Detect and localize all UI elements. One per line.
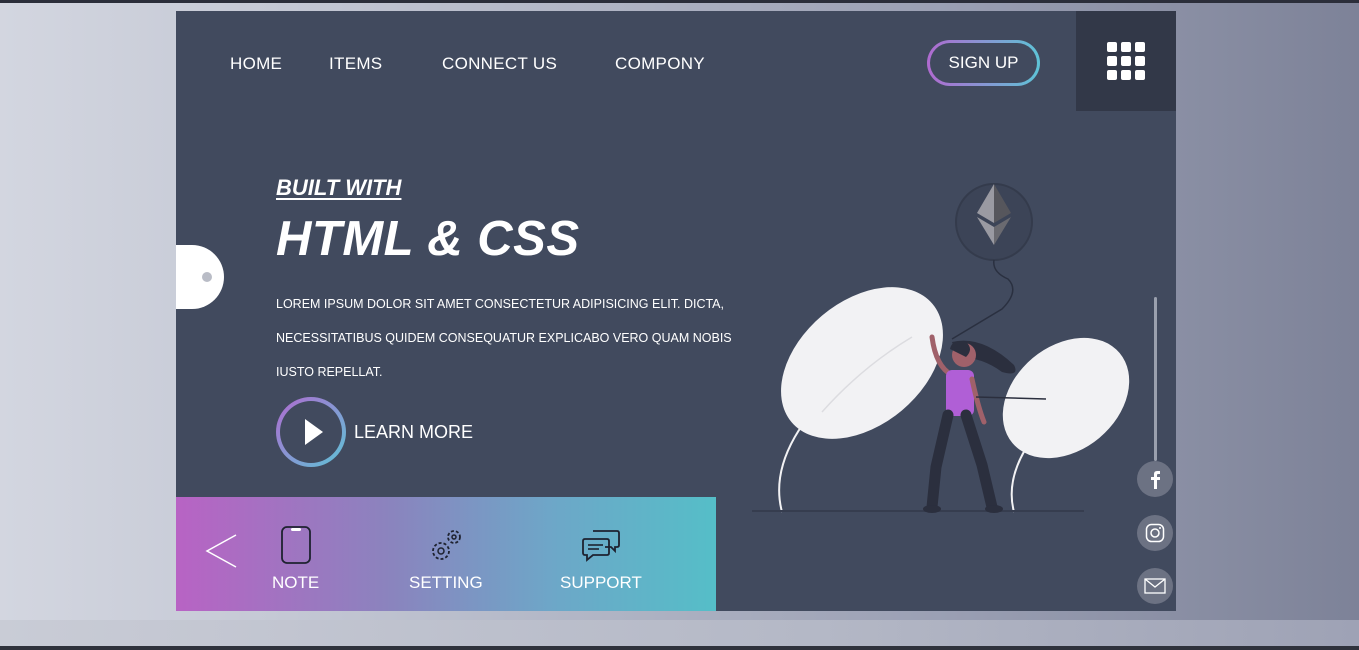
learn-more-link[interactable]: LEARN MORE: [354, 422, 473, 443]
nav-connect-us[interactable]: CONNECT US: [442, 54, 557, 74]
mail-button[interactable]: [1137, 568, 1173, 604]
panel-item-setting[interactable]: SETTING: [409, 525, 483, 593]
nav-compony[interactable]: COMPONY: [615, 54, 705, 74]
panel-item-note[interactable]: NOTE: [272, 525, 319, 593]
play-button[interactable]: [276, 397, 346, 467]
side-toggle-tab[interactable]: [176, 245, 224, 309]
hero-line-1: LOREM IPSUM DOLOR SIT AMET CONSECTETUR A…: [276, 297, 724, 311]
hero-title: HTML & CSS: [276, 212, 580, 266]
menu-grid-button[interactable]: [1076, 11, 1176, 111]
nav-home[interactable]: HOME: [230, 54, 282, 74]
instagram-icon: [1145, 523, 1165, 543]
gears-icon: [431, 530, 461, 560]
hero-line-2: NECESSITATIBUS QUIDEM CONSEQUATUR EXPLIC…: [276, 331, 732, 345]
facebook-button[interactable]: [1137, 461, 1173, 497]
sign-up-button[interactable]: SIGN UP: [927, 40, 1040, 86]
bottom-feature-panel: NOTE SETTING SUPPORT: [176, 497, 716, 611]
phone-icon: [280, 526, 311, 564]
grid-icon: [1107, 42, 1145, 80]
vertical-scroll-line: [1154, 297, 1157, 461]
hero-line-3: IUSTO REPELLAT.: [276, 365, 383, 379]
chevron-left-icon[interactable]: [204, 533, 238, 569]
play-icon: [305, 419, 323, 445]
side-tab-dot: [202, 272, 212, 282]
panel-item-support[interactable]: SUPPORT: [560, 525, 642, 593]
chat-bubbles-icon: [582, 530, 620, 562]
nav-items[interactable]: ITEMS: [329, 54, 382, 74]
sign-up-label: SIGN UP: [930, 43, 1037, 83]
hero-illustration: [752, 183, 1130, 513]
panel-item-label: NOTE: [272, 573, 320, 592]
facebook-icon: [1151, 471, 1160, 489]
panel-item-label: SUPPORT: [560, 573, 642, 592]
mail-icon: [1144, 578, 1166, 594]
top-window-strip: [0, 0, 1359, 3]
hero-description: LOREM IPSUM DOLOR SIT AMET CONSECTETUR A…: [276, 287, 746, 389]
hero-kicker: BUILT WITH: [276, 175, 402, 200]
bottom-window-strip: [0, 646, 1359, 650]
bottom-browser-bar: [0, 620, 1359, 646]
panel-item-label: SETTING: [409, 573, 483, 592]
landing-card: HOME ITEMS CONNECT US COMPONY SIGN UP BU…: [176, 11, 1176, 611]
instagram-button[interactable]: [1137, 515, 1173, 551]
balloon-string: [951, 259, 1014, 340]
